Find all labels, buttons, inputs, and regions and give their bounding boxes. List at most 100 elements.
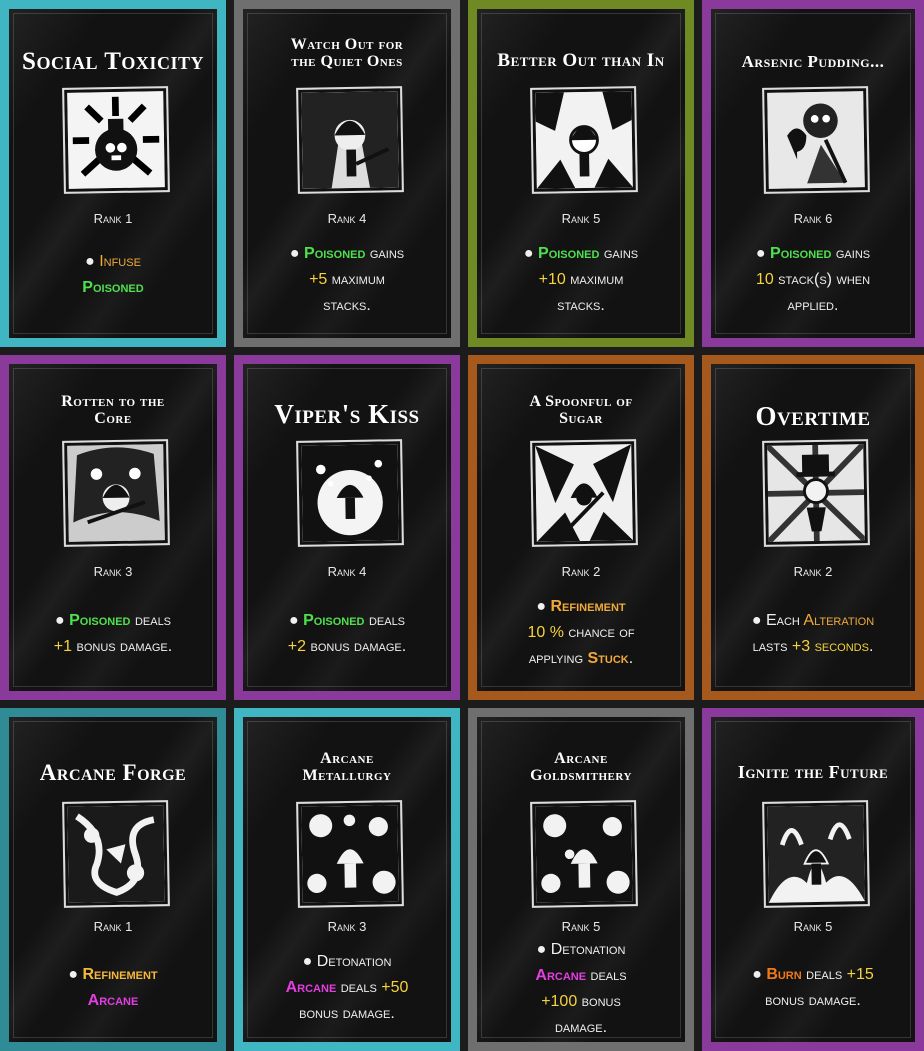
arcane-forge-icon: [62, 800, 170, 908]
card-description: ● Poisoned deals +1 bonus damage.: [19, 608, 207, 660]
card-title: Social Toxicity: [22, 48, 204, 75]
card-description: ● Each Alteration lasts +3 seconds.: [721, 608, 905, 660]
value: +10: [538, 271, 566, 288]
text: maximum: [327, 271, 385, 288]
keyword-alteration: Alteration: [803, 612, 875, 629]
ghost-hooded-figure-icon: [62, 439, 170, 547]
card-rank: Rank 5: [561, 211, 601, 226]
card-description: ● Detonation Arcane deals +50 bonus dama…: [253, 949, 441, 1027]
card-description: ● Detonation Arcane deals +100 bonus dam…: [487, 937, 675, 1041]
talent-card-better-out-than-in[interactable]: Better Out than In Rank 5 ● Poisoned gai…: [468, 0, 694, 347]
card-description: ● Burn deals +15 bonus damage.: [721, 962, 905, 1014]
text: .: [868, 638, 874, 655]
value: +3 seconds: [791, 638, 869, 655]
keyword-refinement: Refinement: [550, 598, 626, 615]
text: stack(s) when: [773, 271, 871, 288]
bullet: ●: [85, 253, 95, 270]
talent-card-arsenic-pudding[interactable]: Arsenic Pudding... Rank 6 ● Poisoned gai…: [702, 0, 924, 347]
keyword-arcane: Arcane: [285, 979, 337, 996]
card-rank: Rank 2: [793, 564, 833, 579]
card-title: Ignite the Future: [737, 762, 889, 782]
keyword-detonation: Detonation: [550, 941, 626, 958]
text: deals: [586, 967, 627, 984]
talent-card-rotten-to-the-core[interactable]: Rotten to the Core Rank 3 ● Poisoned dea…: [0, 355, 226, 700]
card-description: ● Poisoned deals +2 bonus damage.: [253, 608, 441, 660]
hooded-figure-shards-icon: [530, 439, 638, 547]
bullet: ●: [536, 598, 547, 615]
value: +50: [381, 979, 409, 996]
value: 10: [755, 271, 774, 288]
talent-card-arcane-goldsmithery[interactable]: Arcane Goldsmithery Rank 5 ● Detonation …: [468, 708, 694, 1051]
keyword-infuse: Infuse: [99, 253, 141, 270]
keyword-detonation: Detonation: [316, 953, 392, 970]
text: applied.: [787, 297, 839, 314]
hooded-figure-splash-icon: [530, 86, 638, 194]
card-title-line-1: A Spoonful of: [529, 393, 633, 410]
card-description: ● Poisoned gains +10 maximum stacks.: [487, 241, 675, 319]
molten-metal-figure-icon: [296, 800, 404, 908]
bullet: ●: [523, 245, 534, 262]
poison-flask-icon: [62, 86, 170, 194]
card-rank: Rank 1: [93, 211, 133, 226]
text: gains: [831, 245, 871, 262]
bullet: ●: [68, 966, 79, 983]
talent-card-social-toxicity[interactable]: Social Toxicity Rank 1 ● Infuse Poisoned: [0, 0, 226, 347]
keyword-arcane: Arcane: [535, 967, 587, 984]
talent-card-arcane-forge[interactable]: Arcane Forge Rank 1 ● Refinement Arcane: [0, 708, 226, 1051]
card-title: Arsenic Pudding...: [741, 52, 885, 71]
card-description: ● Infuse Poisoned: [19, 249, 207, 301]
card-title-line-1: Arcane: [554, 750, 608, 767]
talent-card-watch-out-for-the-quiet-ones[interactable]: Watch Out for the Quiet Ones Rank 4 ● Po…: [234, 0, 460, 347]
card-title-line-2: Goldsmithery: [530, 766, 632, 784]
text: deals: [336, 979, 382, 996]
card-rank: Rank 4: [327, 211, 367, 226]
card-title: Arcane Goldsmithery: [483, 750, 679, 785]
text: bonus: [577, 993, 621, 1010]
card-title-line-1: Rotten to the: [61, 393, 165, 410]
card-title-line-2: the Quiet Ones: [291, 52, 403, 70]
card-title-line-1: Watch Out for: [290, 36, 404, 53]
card-title: Arcane Metallurgy: [249, 750, 445, 785]
card-rank: Rank 6: [793, 211, 833, 226]
keyword-refinement: Refinement: [82, 966, 158, 983]
bullet: ●: [54, 612, 65, 629]
bullet: ●: [302, 953, 313, 970]
value: +5: [309, 271, 328, 288]
gold-figure-icon: [530, 800, 638, 908]
card-title: Viper's Kiss: [274, 399, 420, 429]
text: chance of: [563, 624, 635, 641]
talent-card-vipers-kiss[interactable]: Viper's Kiss Rank 4 ● Poisoned deals +2 …: [234, 355, 460, 700]
card-description: ● Poisoned gains +5 maximum stacks.: [253, 241, 441, 319]
text: deals: [801, 966, 847, 983]
talent-card-overtime[interactable]: Overtime Rank 2 ● Each Alteration lasts …: [702, 355, 924, 700]
card-title: Better Out than In: [497, 50, 665, 71]
bubbling-cauldron-icon: [296, 439, 404, 547]
text: Each: [765, 612, 804, 629]
text: deals: [364, 612, 406, 629]
value: +100: [541, 993, 578, 1010]
card-rank: Rank 4: [327, 564, 367, 579]
top-hat-figure-icon: [762, 439, 870, 547]
keyword-poisoned: Poisoned: [69, 612, 131, 629]
text: stacks.: [557, 297, 605, 314]
text: bonus damage.: [299, 1005, 395, 1022]
card-title: Overtime: [755, 401, 871, 431]
card-title-line-2: Sugar: [559, 409, 603, 427]
text: applying: [528, 650, 588, 667]
text: bonus damage.: [72, 638, 173, 655]
card-description: ● Refinement 10 % chance of applying Stu…: [487, 594, 675, 672]
card-title: Rotten to the Core: [15, 393, 211, 428]
text: lasts: [752, 638, 792, 655]
card-rank: Rank 5: [561, 919, 601, 934]
text: maximum: [565, 271, 624, 288]
text: damage.: [554, 1019, 608, 1036]
talent-card-arcane-metallurgy[interactable]: Arcane Metallurgy Rank 3 ● Detonation Ar…: [234, 708, 460, 1051]
value: +1: [53, 638, 73, 655]
card-rank: Rank 3: [93, 564, 133, 579]
talent-card-a-spoonful-of-sugar[interactable]: A Spoonful of Sugar Rank 2 ● Refinement …: [468, 355, 694, 700]
keyword-poisoned: Poisoned: [770, 245, 832, 262]
hooded-figure-icon: [296, 86, 404, 194]
card-rank: Rank 1: [93, 919, 133, 934]
bullet: ●: [288, 612, 299, 629]
talent-card-ignite-the-future[interactable]: Ignite the Future Rank 5 ● Burn deals +1…: [702, 708, 924, 1051]
